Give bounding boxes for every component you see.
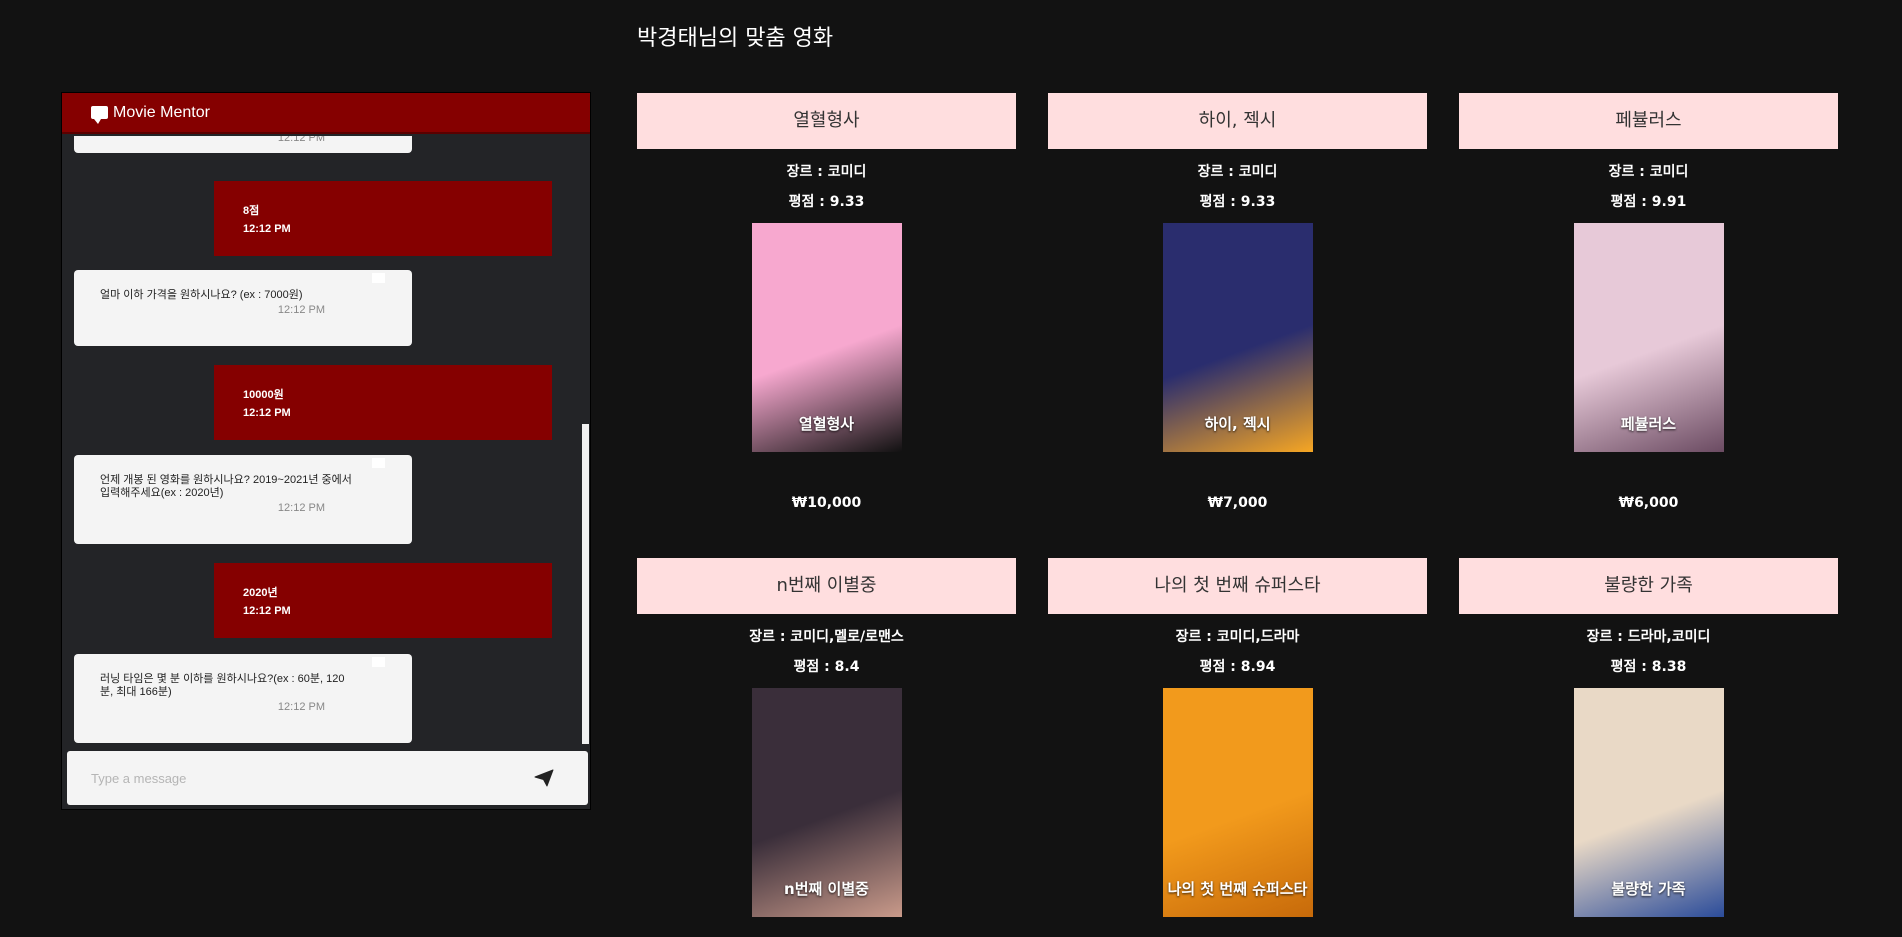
movie-poster[interactable]: 페뷸러스 [1573, 223, 1724, 452]
movie-card[interactable]: 열혈형사 장르 : 코미디 평점 : 9.33 열혈형사 ₩10,000 [637, 93, 1016, 511]
movie-genre: 장르 : 코미디,멜로/로맨스 [749, 629, 904, 645]
message-time: 12:12 PM [277, 701, 325, 713]
message-text: 러닝 타임은 몇 분 이하를 원하시나요?(ex : 60분, 120분, 최대… [100, 673, 345, 698]
movie-title[interactable]: 나의 첫 번째 슈퍼스타 [1048, 558, 1427, 614]
message-time: 12:12 PM [277, 304, 325, 316]
movie-title[interactable]: 불량한 가족 [1459, 558, 1838, 614]
chat-message-bot: 12:12 PM [74, 136, 412, 153]
chat-message-user: 2020년 12:12 PM [214, 563, 552, 638]
message-corner [372, 657, 385, 667]
movie-title[interactable]: 하이, 젝시 [1048, 93, 1427, 149]
send-icon[interactable] [534, 769, 554, 787]
chat-input-bar [67, 751, 588, 805]
message-corner [372, 458, 385, 468]
message-text: 2020년 [243, 587, 278, 599]
chat-message-user: 8점 12:12 PM [214, 181, 552, 256]
poster-title: 열혈형사 [798, 415, 855, 433]
chat-bubble-icon [91, 106, 108, 124]
movie-card[interactable]: 페뷸러스 장르 : 코미디 평점 : 9.91 페뷸러스 ₩6,000 [1459, 93, 1838, 511]
message-input[interactable] [91, 768, 511, 788]
movie-rating: 평점 : 9.33 [788, 194, 865, 210]
message-time: 12:12 PM [277, 136, 325, 144]
movie-price: ₩10,000 [791, 495, 862, 511]
chat-message-bot: 얼마 이하 가격을 원하시나요? (ex : 7000원) 12:12 PM [74, 270, 412, 346]
movie-poster[interactable]: 나의 첫 번째 슈퍼스타 [1162, 688, 1313, 917]
movie-rating: 평점 : 8.4 [793, 659, 860, 675]
poster-title: 하이, 젝시 [1204, 415, 1271, 433]
message-text: 8점 [243, 205, 260, 217]
poster-title: 나의 첫 번째 슈퍼스타 [1167, 880, 1308, 898]
chat-message-bot: 언제 개봉 된 영화를 원하시나요? 2019~2021년 중에서 입력해주세요… [74, 455, 412, 544]
movie-genre: 장르 : 코미디 [1197, 164, 1278, 180]
movie-genre: 장르 : 코미디,드라마 [1175, 629, 1300, 645]
movie-rating: 평점 : 9.33 [1199, 194, 1276, 210]
poster-title: n번째 이별중 [784, 880, 869, 898]
movie-card[interactable]: n번째 이별중 장르 : 코미디,멜로/로맨스 평점 : 8.4 n번째 이별중 [637, 558, 1016, 917]
movie-price: ₩6,000 [1618, 495, 1679, 511]
message-time: 12:12 PM [243, 223, 291, 235]
message-time: 12:12 PM [277, 502, 325, 514]
chat-scrollbar-thumb[interactable] [582, 424, 589, 744]
movie-genre: 장르 : 드라마,코미디 [1586, 629, 1711, 645]
message-text: 얼마 이하 가격을 원하시나요? (ex : 7000원) [100, 289, 303, 301]
movie-price: ₩7,000 [1207, 495, 1268, 511]
movie-poster[interactable]: 불량한 가족 [1573, 688, 1724, 917]
movie-poster[interactable]: 열혈형사 [751, 223, 902, 452]
movie-card[interactable]: 나의 첫 번째 슈퍼스타 장르 : 코미디,드라마 평점 : 8.94 나의 첫… [1048, 558, 1427, 917]
page-title: 박경태님의 맞춤 영화 [637, 26, 834, 51]
movie-title[interactable]: 페뷸러스 [1459, 93, 1838, 149]
movie-rating: 평점 : 8.94 [1199, 659, 1276, 675]
message-time: 12:12 PM [243, 407, 291, 419]
poster-title: 페뷸러스 [1620, 415, 1677, 433]
movie-genre: 장르 : 코미디 [786, 164, 867, 180]
movie-poster[interactable]: 하이, 젝시 [1162, 223, 1313, 452]
movie-poster[interactable]: n번째 이별중 [751, 688, 902, 917]
movie-card[interactable]: 하이, 젝시 장르 : 코미디 평점 : 9.33 하이, 젝시 ₩7,000 [1048, 93, 1427, 511]
chat-message-bot: 러닝 타임은 몇 분 이하를 원하시나요?(ex : 60분, 120분, 최대… [74, 654, 412, 743]
movie-card[interactable]: 불량한 가족 장르 : 드라마,코미디 평점 : 8.38 불량한 가족 [1459, 558, 1838, 917]
message-time: 12:12 PM [243, 605, 291, 617]
chat-title: Movie Mentor [113, 103, 210, 121]
chat-message-user: 10000원 12:12 PM [214, 365, 552, 440]
movie-title[interactable]: n번째 이별중 [637, 558, 1016, 614]
movie-rating: 평점 : 8.38 [1610, 659, 1687, 675]
chat-scrollbar[interactable] [581, 136, 590, 746]
chat-panel: Movie Mentor 12:12 PM 8점 12:12 PM 얼마 이하 … [61, 92, 591, 810]
movie-title[interactable]: 열혈형사 [637, 93, 1016, 149]
movie-grid: 열혈형사 장르 : 코미디 평점 : 9.33 열혈형사 ₩10,000 하이,… [637, 93, 1840, 937]
movie-rating: 평점 : 9.91 [1610, 194, 1687, 210]
poster-title: 불량한 가족 [1611, 880, 1686, 898]
message-text: 10000원 [243, 389, 284, 401]
message-corner [372, 273, 385, 283]
chat-header: Movie Mentor [62, 93, 590, 134]
message-text: 언제 개봉 된 영화를 원하시나요? 2019~2021년 중에서 입력해주세요… [100, 474, 352, 499]
chat-messages[interactable]: 12:12 PM 8점 12:12 PM 얼마 이하 가격을 원하시나요? (e… [62, 136, 590, 746]
movie-genre: 장르 : 코미디 [1608, 164, 1689, 180]
